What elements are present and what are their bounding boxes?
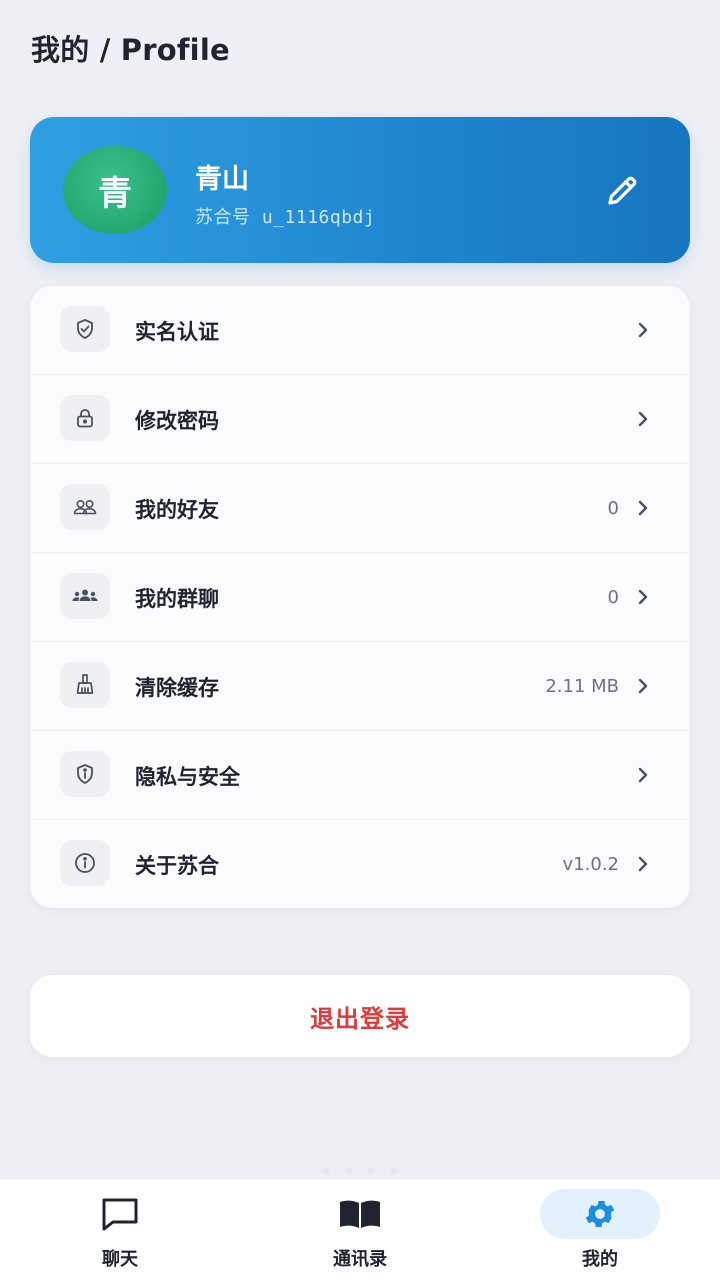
chevron-right-icon [638, 500, 648, 516]
page-indicator [300, 1167, 420, 1177]
menu-value: 0 [607, 587, 619, 608]
menu-item-change-password[interactable]: 修改密码 [30, 375, 690, 464]
menu-icon-box [60, 306, 110, 352]
chevron-right-icon [638, 322, 648, 338]
menu-label: 我的群聊 [135, 587, 219, 611]
menu-label: 清除缓存 [135, 676, 219, 700]
menu-label: 关于苏合 [135, 854, 219, 878]
menu-icon-box [60, 662, 110, 708]
shield-check-icon [77, 319, 93, 339]
menu-icon-box [60, 751, 110, 797]
logout-button[interactable]: 退出登录 [30, 975, 690, 1057]
page-title: 我的 / Profile [31, 33, 230, 67]
page-dot [389, 1167, 397, 1175]
chat-bubble-icon [102, 1198, 138, 1231]
broom-icon [76, 674, 94, 694]
nav-icon-wrap [60, 1189, 180, 1239]
menu-item-clear-cache[interactable]: 清除缓存 2.11 MB [30, 642, 690, 731]
menu-icon-box [60, 840, 110, 886]
profile-id: 苏合号 u_1116qbdj [195, 203, 375, 229]
menu-item-verification[interactable]: 实名认证 [30, 286, 690, 375]
menu-icon-box [60, 395, 110, 441]
menu-label: 隐私与安全 [135, 765, 240, 789]
chevron-right-icon [638, 767, 648, 783]
menu-value: 0 [607, 498, 619, 519]
book-icon [340, 1200, 380, 1228]
nav-tab-contacts[interactable]: 通讯录 [300, 1189, 420, 1273]
nav-icon-wrap [540, 1189, 660, 1239]
profile-name: 青山 [195, 164, 249, 195]
menu-item-privacy-security[interactable]: 隐私与安全 [30, 731, 690, 820]
gear-icon [585, 1200, 615, 1228]
lock-icon [77, 409, 93, 428]
menu-item-friends[interactable]: 我的好友 0 [30, 464, 690, 553]
menu-icon-box [60, 484, 110, 530]
info-icon [75, 853, 95, 873]
page-dot [323, 1167, 331, 1175]
profile-id-label: 苏合号 [195, 207, 251, 228]
pencil-icon [608, 176, 637, 205]
nav-icon-wrap [300, 1189, 420, 1239]
edit-profile-button[interactable] [602, 171, 642, 211]
page-dot [367, 1167, 375, 1175]
menu-item-about[interactable]: 关于苏合 v1.0.2 [30, 820, 690, 908]
settings-menu: 实名认证 修改密码 我的好友 0 我的群聊 0 清除缓存 2.11 MB 隐私与… [30, 286, 690, 908]
chevron-right-icon [638, 678, 648, 694]
nav-label: 我的 [582, 1249, 618, 1270]
chevron-right-icon [638, 411, 648, 427]
page-dot [345, 1167, 353, 1175]
friends-icon [73, 500, 97, 515]
nav-tab-profile[interactable]: 我的 [540, 1189, 660, 1273]
group-icon [72, 589, 98, 601]
menu-value: 2.11 MB [545, 676, 619, 697]
menu-item-groups[interactable]: 我的群聊 0 [30, 553, 690, 642]
menu-label: 修改密码 [135, 409, 219, 433]
bottom-nav: 聊天 通讯录 我的 [0, 1178, 720, 1280]
profile-id-value: u_1116qbdj [261, 207, 376, 228]
nav-label: 通讯录 [333, 1249, 387, 1270]
menu-icon-box [60, 573, 110, 619]
nav-label: 聊天 [102, 1249, 138, 1270]
chevron-right-icon [638, 856, 648, 872]
avatar-initial: 青 [98, 173, 132, 214]
menu-label: 实名认证 [135, 320, 219, 344]
chevron-right-icon [638, 589, 648, 605]
profile-card[interactable]: 青 青山 苏合号 u_1116qbdj [30, 117, 690, 263]
avatar: 青 [63, 146, 167, 234]
menu-label: 我的好友 [135, 498, 219, 522]
nav-tab-chat[interactable]: 聊天 [60, 1189, 180, 1273]
menu-value: v1.0.2 [562, 854, 619, 875]
shield-info-icon [77, 764, 93, 784]
